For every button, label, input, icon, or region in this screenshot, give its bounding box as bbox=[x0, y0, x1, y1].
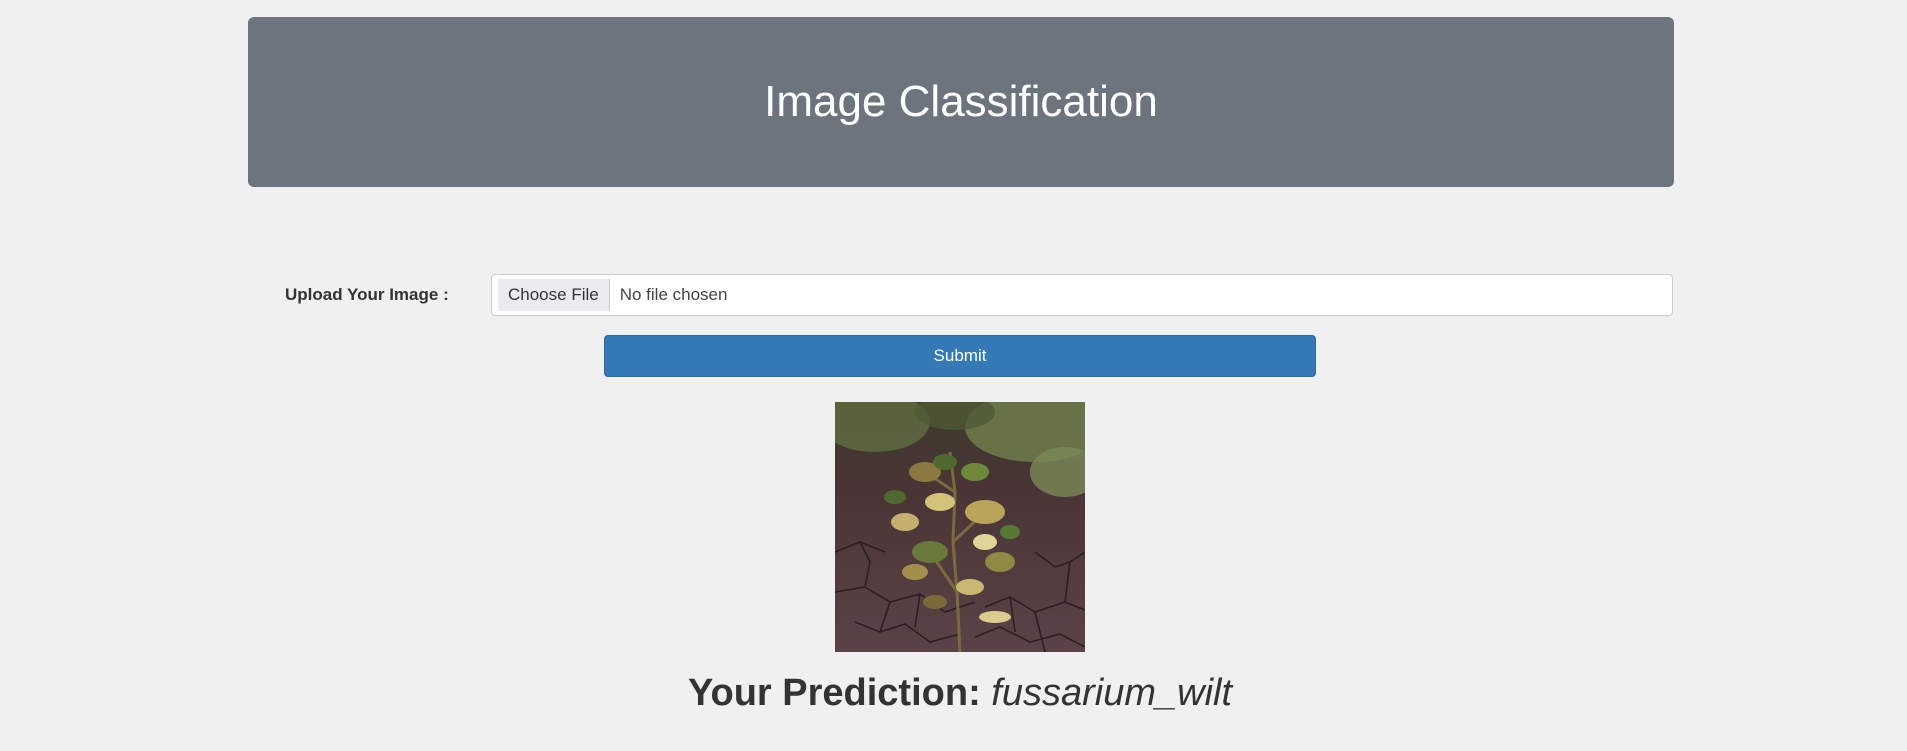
page-header: Image Classification bbox=[248, 17, 1674, 187]
page-title: Image Classification bbox=[764, 77, 1158, 126]
choose-file-button[interactable]: Choose File bbox=[498, 279, 610, 311]
prediction-value: fussarium_wilt bbox=[991, 672, 1233, 714]
submit-button[interactable]: Submit bbox=[604, 335, 1316, 377]
file-input[interactable]: Choose File No file chosen bbox=[491, 274, 1673, 316]
upload-label: Upload Your Image : bbox=[285, 285, 449, 304]
file-status-text: No file chosen bbox=[619, 285, 728, 304]
prediction-result: Your Prediction: fussarium_wilt bbox=[0, 672, 1907, 715]
prediction-label: Your Prediction: bbox=[687, 672, 981, 714]
uploaded-plant-image bbox=[835, 402, 1085, 652]
